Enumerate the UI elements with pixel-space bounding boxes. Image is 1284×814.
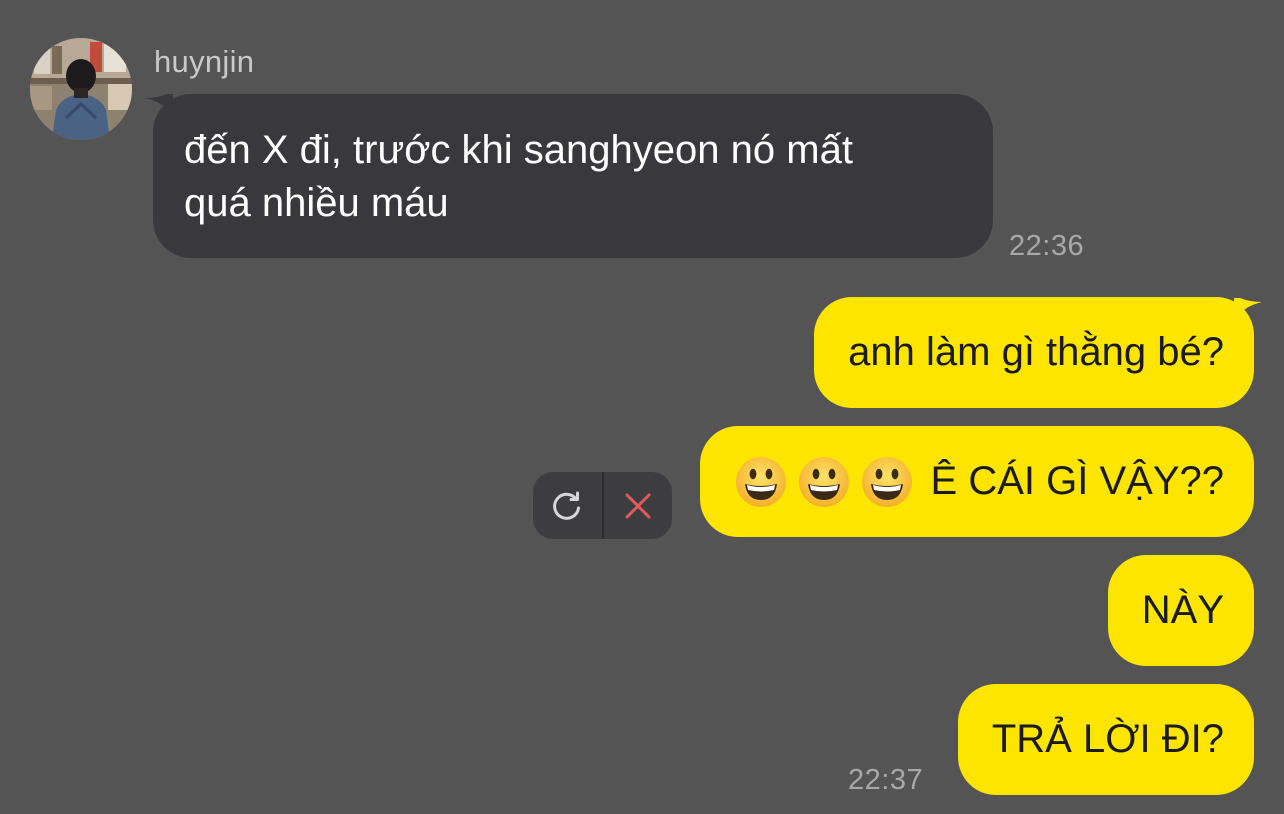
grinning-face-icon [860,455,914,509]
outgoing-message-text: Ê CÁI GÌ VẬY?? [930,459,1224,503]
sender-avatar[interactable] [30,38,132,140]
outgoing-message-bubble[interactable]: NÀY [1107,555,1254,666]
outgoing-message-bubble[interactable]: Ê CÁI GÌ VẬY?? [699,426,1254,537]
failed-message-actions [533,472,672,539]
incoming-message-line-1: đến X đi, trước khi sanghyeon nó mất [184,128,853,172]
close-icon [625,493,651,518]
outgoing-message-text: anh làm gì thằng bé? [848,330,1224,374]
outgoing-message-bubble[interactable]: anh làm gì thằng bé? [814,297,1254,408]
outgoing-message-text: NÀY [1141,588,1224,632]
incoming-message-time: 22:36 [1009,230,1085,262]
incoming-message-line-2: quá nhiều máu [184,181,449,225]
sender-name: huynjin [154,44,255,79]
outgoing-message-bubble[interactable]: TRẢ LỜI ĐI? [957,684,1254,795]
refresh-icon [553,491,581,520]
grinning-face-icon [734,455,788,509]
grinning-face-icon [797,455,851,509]
retry-send-button[interactable] [533,472,602,539]
incoming-message-bubble[interactable]: đến X đi, trước khi sanghyeon nó mất quá… [153,94,993,258]
delete-failed-message-button[interactable] [604,472,673,539]
outgoing-message-text: TRẢ LỜI ĐI? [991,717,1224,761]
outgoing-message-time: 22:37 [848,764,924,796]
